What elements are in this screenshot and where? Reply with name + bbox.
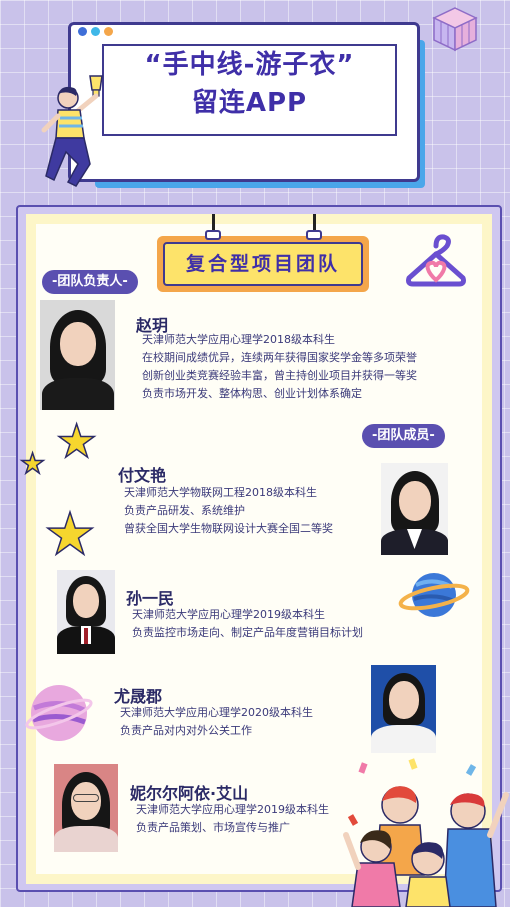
banner-clip-left [205, 230, 221, 240]
member-details: 天津师范大学应用心理学2019级本科生 负责监控市场走向、制定产品年度营销目标计… [132, 606, 363, 642]
member-name: 付文艳 [118, 466, 167, 485]
leader-detail-line: 天津师范大学应用心理学2018级本科生 [142, 333, 335, 346]
member-detail-line: 负责监控市场走向、制定产品年度营销目标计划 [132, 626, 363, 639]
hanger-heart-logo [406, 234, 466, 287]
member-photo [371, 665, 436, 753]
member-photo [57, 570, 115, 654]
planet-icon [398, 573, 470, 617]
star-icon: ★ [19, 447, 46, 480]
star-icon: ★ [55, 414, 98, 468]
member-detail-line: 天津师范大学应用心理学2020级本科生 [120, 706, 313, 719]
window-dot-orange [104, 27, 113, 36]
member-details: 天津师范大学应用心理学2020级本科生 负责产品对内对外公关工作 [120, 704, 313, 740]
member-detail-line: 天津师范大学应用心理学2019级本科生 [132, 608, 325, 621]
member-detail-line: 天津师范大学应用心理学2019级本科生 [136, 803, 329, 816]
member-details: 天津师范大学物联网工程2018级本科生 负责产品研发、系统维护 曾获全国大学生物… [124, 484, 333, 538]
member-detail-line: 曾获全国大学生物联网设计大赛全国二等奖 [124, 522, 333, 535]
leader-detail-line: 创新创业类竞赛经验丰富，曾主持创业项目并获得一等奖 [142, 369, 417, 382]
leader-detail-line: 负责市场开发、整体构思、创业计划体系确定 [142, 387, 362, 400]
member-detail-line: 负责产品策划、市场宣传与推广 [136, 821, 290, 834]
team-title: 复合型项目团队 [163, 242, 363, 286]
leader-details: 天津师范大学应用心理学2018级本科生 在校期间成绩优异，连续两年获得国家奖学金… [142, 331, 417, 403]
leader-detail-line: 在校期间成绩优异，连续两年获得国家奖学金等多项荣誉 [142, 351, 417, 364]
window-dot-blue [78, 27, 87, 36]
member-photo [54, 764, 118, 852]
leader-label: -团队负责人- [42, 270, 138, 294]
member-details: 天津师范大学应用心理学2019级本科生 负责产品策划、市场宣传与推广 [136, 801, 329, 837]
member-detail-line: 天津师范大学物联网工程2018级本科生 [124, 486, 317, 499]
title-line-1: “手中线-游子衣” [144, 50, 355, 80]
trophy-person-illustration [41, 75, 103, 187]
star-icon: ★ [43, 500, 97, 568]
member-detail-line: 负责产品研发、系统维护 [124, 504, 245, 517]
page-title: “手中线-游子衣” 留连APP [102, 46, 397, 122]
cube-icon [432, 7, 478, 52]
banner-clip-right [306, 230, 322, 240]
member-detail-line: 负责产品对内对外公关工作 [120, 724, 252, 737]
planet-icon [25, 685, 93, 741]
leader-photo [40, 300, 115, 410]
title-line-2: 留连APP [191, 88, 308, 118]
member-photo [381, 463, 448, 555]
members-label: -团队成员- [362, 424, 445, 448]
window-dot-cyan [91, 27, 100, 36]
cheering-crowd-illustration [343, 758, 509, 907]
